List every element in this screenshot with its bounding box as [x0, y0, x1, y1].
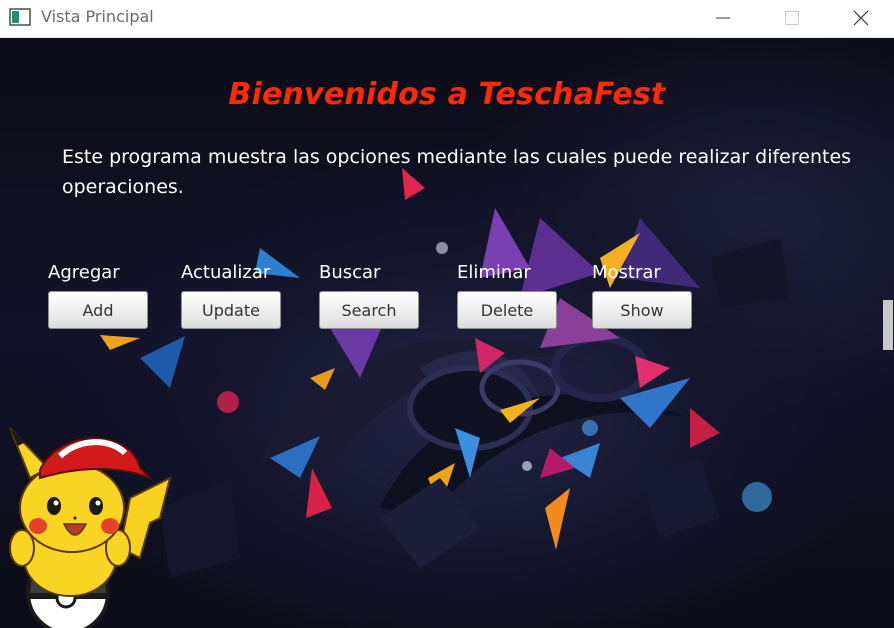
label-mostrar: Mostrar [592, 262, 661, 283]
label-agregar: Agregar [48, 262, 120, 283]
show-button[interactable]: Show [592, 291, 692, 329]
label-buscar: Buscar [319, 262, 381, 283]
minimize-button[interactable] [700, 0, 746, 36]
main-panel: Bienvenidos a TeschaFest Este programa m… [0, 38, 894, 628]
search-button[interactable]: Search [319, 291, 419, 329]
maximize-button[interactable] [769, 0, 815, 36]
title-bar: Vista Principal [0, 0, 894, 38]
delete-button[interactable]: Delete [457, 291, 557, 329]
label-eliminar: Eliminar [457, 262, 531, 283]
minimize-icon [716, 17, 730, 19]
maximize-icon [785, 11, 799, 25]
pikachu-mascot-image [9, 427, 172, 628]
description-text: Este programa muestra las opciones media… [62, 146, 852, 198]
add-button[interactable]: Add [48, 291, 148, 329]
update-button[interactable]: Update [181, 291, 281, 329]
close-button[interactable] [838, 0, 884, 36]
watermark-strip [883, 300, 893, 350]
label-actualizar: Actualizar [181, 262, 271, 283]
window-title: Vista Principal [41, 7, 154, 26]
close-icon [853, 10, 869, 26]
window-icon [9, 8, 31, 26]
page-title: Bienvenidos a TeschaFest [228, 77, 666, 112]
